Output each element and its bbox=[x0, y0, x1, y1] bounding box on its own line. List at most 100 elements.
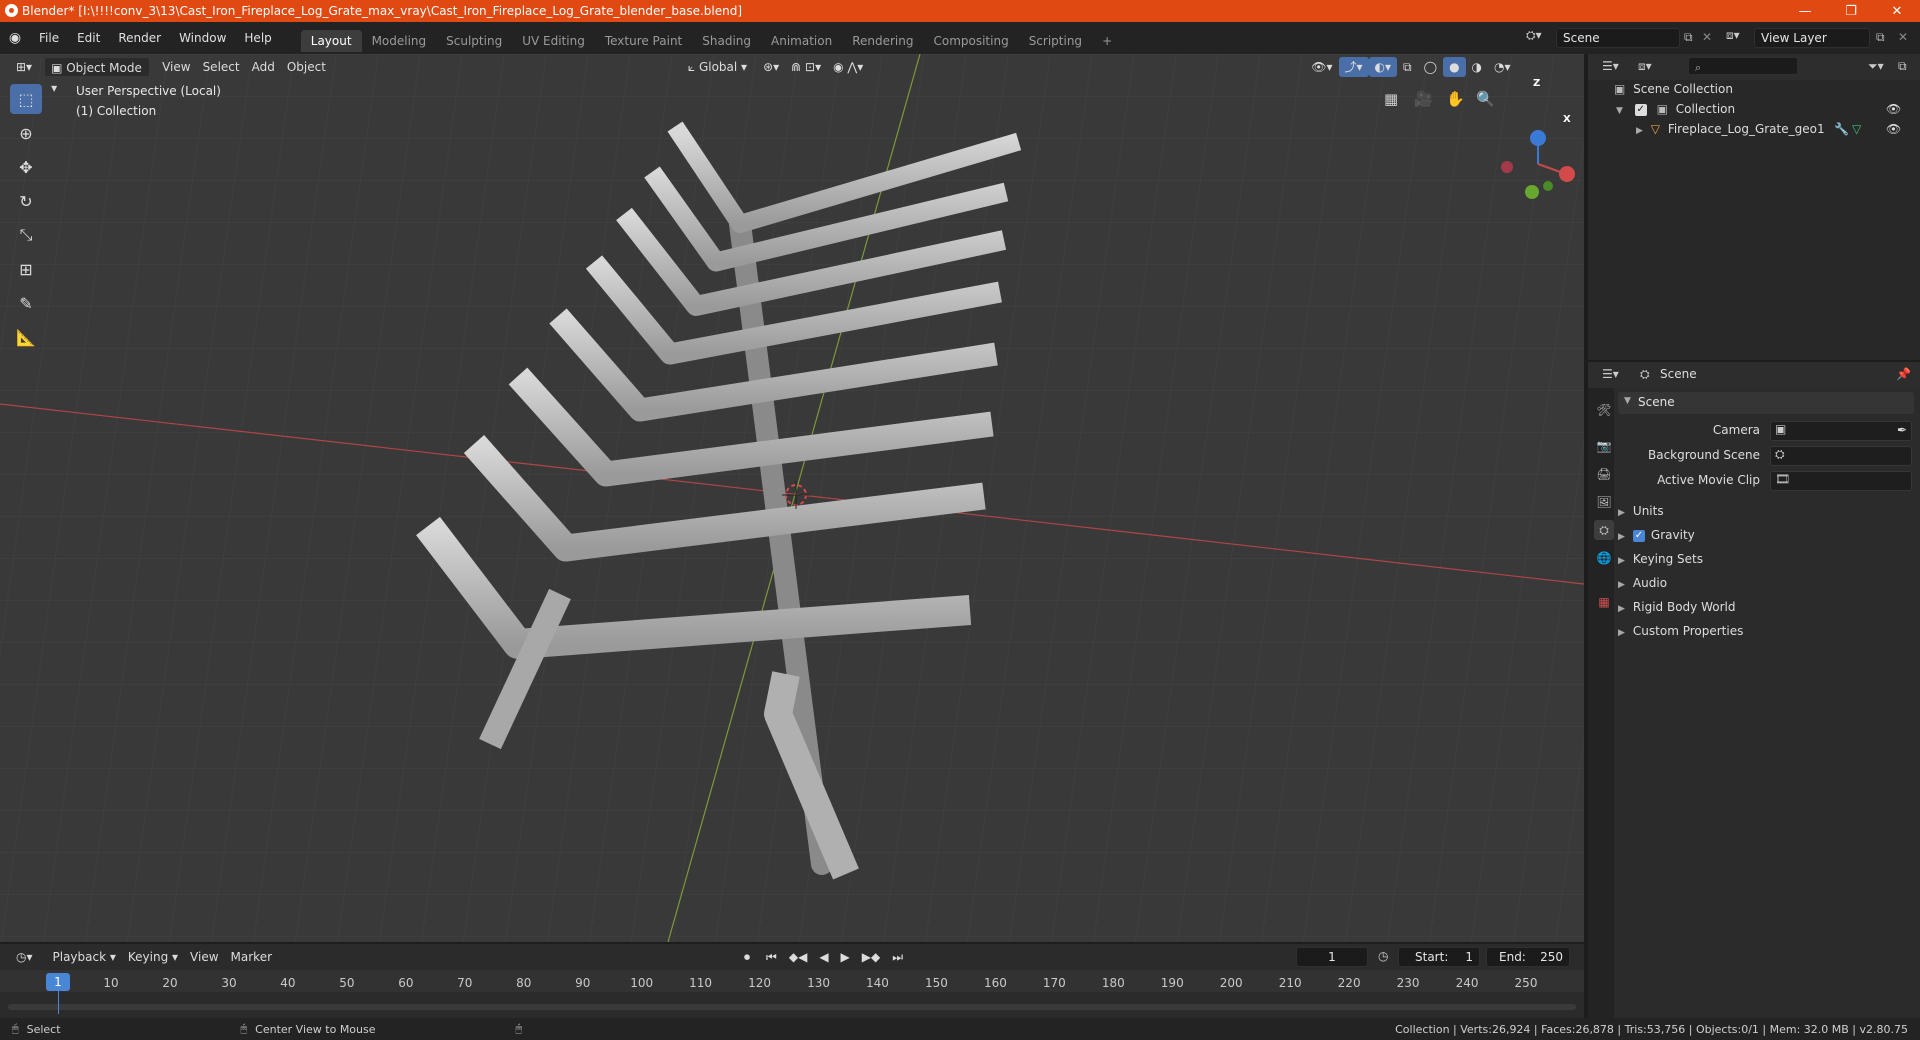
cursor-tool-icon[interactable]: ⊕ bbox=[10, 118, 42, 148]
timeline-editor-type-icon[interactable]: ◷▾ bbox=[10, 947, 39, 967]
background-scene-field[interactable]: ⛭ bbox=[1770, 446, 1912, 466]
remove-scene-icon[interactable]: ✕ bbox=[1702, 30, 1712, 44]
playhead-frame-indicator[interactable]: 1 bbox=[46, 973, 70, 991]
preview-range-clock-icon[interactable]: ◷ bbox=[1378, 949, 1388, 963]
mode-dropdown[interactable]: ▣ Object Mode ▾ bbox=[44, 57, 151, 95]
collection-visibility-eye-icon[interactable]: 👁 bbox=[1886, 102, 1901, 116]
view-layer-icon[interactable]: ⧈▾ bbox=[1726, 28, 1740, 43]
menu-render[interactable]: Render bbox=[109, 22, 170, 54]
end-frame-field[interactable]: End: 250 bbox=[1486, 947, 1570, 967]
blender-menu-icon[interactable]: ◉ bbox=[0, 30, 30, 46]
tab-uv-editing[interactable]: UV Editing bbox=[512, 30, 595, 52]
expand-collection-icon[interactable]: ▼ bbox=[1616, 106, 1623, 116]
tab-modeling[interactable]: Modeling bbox=[362, 30, 437, 52]
render-tab-icon[interactable]: 📷 bbox=[1594, 436, 1614, 456]
world-tab-icon[interactable]: 🌐 bbox=[1594, 548, 1614, 568]
wireframe-shading-icon[interactable]: ◯ bbox=[1418, 57, 1443, 77]
new-scene-icon[interactable]: ⧉ bbox=[1684, 30, 1693, 45]
add-workspace-button[interactable]: + bbox=[1092, 30, 1122, 52]
rendered-shading-icon[interactable]: ◔▾ bbox=[1488, 57, 1517, 77]
expand-object-icon[interactable]: ▶ bbox=[1636, 126, 1643, 136]
new-view-layer-icon[interactable]: ⧉ bbox=[1876, 30, 1885, 45]
menu-help[interactable]: Help bbox=[235, 22, 280, 54]
units-panel-header[interactable]: ▶ Units bbox=[1618, 504, 1664, 518]
tab-rendering[interactable]: Rendering bbox=[842, 30, 923, 52]
select-box-tool-icon[interactable]: ⬚ bbox=[10, 84, 42, 114]
modifier-wrench-icon[interactable]: 🔧 bbox=[1834, 122, 1849, 136]
xray-icon[interactable]: ⧉ bbox=[1397, 57, 1418, 77]
menu-select[interactable]: Select bbox=[197, 57, 246, 77]
collection-checkbox[interactable]: ✓ bbox=[1634, 103, 1647, 116]
audio-panel-header[interactable]: ▶ Audio bbox=[1618, 576, 1667, 590]
tab-sculpting[interactable]: Sculpting bbox=[436, 30, 512, 52]
gravity-checkbox[interactable]: ✓ bbox=[1632, 529, 1645, 542]
snap-icon[interactable]: ⋒ ⊡▾ bbox=[785, 57, 827, 77]
scene-collection-row[interactable]: ▣ Scene Collection bbox=[1614, 82, 1733, 96]
proportional-edit-icon[interactable]: ◉ ⋀▾ bbox=[827, 57, 869, 77]
visibility-icon[interactable]: 👁▾ bbox=[1305, 57, 1338, 77]
properties-editor-type-icon[interactable]: ☰▾ bbox=[1602, 367, 1619, 381]
transform-tool-icon[interactable]: ⊞ bbox=[10, 254, 42, 284]
tool-tab-icon[interactable]: 🛠 bbox=[1594, 400, 1614, 420]
gravity-panel-header[interactable]: ▶ ✓ Gravity bbox=[1618, 528, 1695, 542]
minimize-button[interactable]: — bbox=[1782, 0, 1828, 22]
object-visibility-eye-icon[interactable]: 👁 bbox=[1886, 122, 1901, 136]
overlay-toggle-icon[interactable]: ◐▾ bbox=[1368, 57, 1398, 77]
zoom-view-icon[interactable]: 🔍 bbox=[1476, 90, 1495, 108]
tab-shading[interactable]: Shading bbox=[692, 30, 761, 52]
output-tab-icon[interactable]: 🖨 bbox=[1594, 464, 1614, 484]
menu-playback[interactable]: Playback ▾ bbox=[47, 947, 122, 967]
pan-view-hand-icon[interactable]: ✋ bbox=[1446, 90, 1465, 108]
move-tool-icon[interactable]: ✥ bbox=[10, 152, 42, 182]
eyedropper-icon[interactable]: ✒ bbox=[1897, 423, 1907, 437]
jump-start-icon[interactable]: ⏮ bbox=[760, 947, 783, 967]
menu-marker[interactable]: Marker bbox=[225, 947, 278, 967]
pivot-icon[interactable]: ⊛▾ bbox=[757, 57, 785, 77]
custom-properties-panel-header[interactable]: ▶ Custom Properties bbox=[1618, 624, 1743, 638]
scale-tool-icon[interactable]: ⤡ bbox=[10, 220, 42, 250]
filter-icon[interactable]: ⏷▾ bbox=[1868, 59, 1884, 74]
jump-keyframe-back-icon[interactable]: ◆◀ bbox=[783, 947, 813, 967]
object-row[interactable]: ▶ ▽ Fireplace_Log_Grate_geo1 🔧 ▽ 👁 bbox=[1636, 122, 1916, 136]
3d-viewport[interactable]: Z X ⊞▾ ▣ Object Mode ▾ View Select Add O… bbox=[0, 54, 1584, 942]
camera-view-icon[interactable]: 🎥 bbox=[1414, 90, 1433, 108]
collection-row[interactable]: ▼ ✓ ▣ Collection 👁 bbox=[1616, 102, 1916, 116]
menu-keying[interactable]: Keying ▾ bbox=[122, 947, 184, 967]
gizmo-toggle-icon[interactable]: ⤴▾ bbox=[1338, 57, 1369, 77]
menu-window[interactable]: Window bbox=[170, 22, 235, 54]
viewport-canvas[interactable] bbox=[0, 54, 1584, 942]
maximize-button[interactable]: ❐ bbox=[1828, 0, 1874, 22]
orientation-dropdown[interactable]: ⟀ Global ▾ bbox=[682, 57, 753, 77]
scene-tab-icon[interactable]: ⛭ bbox=[1594, 520, 1614, 540]
mesh-data-icon[interactable]: ▽ bbox=[1852, 122, 1861, 136]
play-icon[interactable]: ▶ bbox=[835, 947, 856, 967]
tab-animation[interactable]: Animation bbox=[761, 30, 842, 52]
menu-view[interactable]: View bbox=[156, 57, 196, 77]
menu-edit[interactable]: Edit bbox=[68, 22, 109, 54]
camera-field[interactable]: ▣ ✒ bbox=[1770, 421, 1912, 441]
close-button[interactable]: ✕ bbox=[1874, 0, 1920, 22]
jump-keyframe-forward-icon[interactable]: ▶◆ bbox=[856, 947, 886, 967]
menu-add[interactable]: Add bbox=[246, 57, 281, 77]
menu-object[interactable]: Object bbox=[281, 57, 332, 77]
rigid-body-world-panel-header[interactable]: ▶ Rigid Body World bbox=[1618, 600, 1735, 614]
tab-texture-paint[interactable]: Texture Paint bbox=[595, 30, 692, 52]
new-collection-icon[interactable]: ⧉ bbox=[1898, 59, 1907, 74]
view-layer-tab-icon[interactable]: 🖼 bbox=[1594, 492, 1614, 512]
toggle-camera-view-grid-icon[interactable]: ▦ bbox=[1384, 90, 1398, 108]
play-reverse-icon[interactable]: ◀ bbox=[813, 947, 834, 967]
remove-view-layer-icon[interactable]: ✕ bbox=[1898, 30, 1908, 44]
editor-type-icon[interactable]: ⊞▾ bbox=[10, 57, 38, 77]
timeline-scrollbar[interactable] bbox=[8, 1004, 1576, 1010]
annotate-tool-icon[interactable]: ✎ bbox=[10, 288, 42, 318]
display-mode-icon[interactable]: ⧈▾ bbox=[1638, 59, 1652, 74]
keying-sets-panel-header[interactable]: ▶ Keying Sets bbox=[1618, 552, 1703, 566]
outliner-editor-type-icon[interactable]: ☰▾ bbox=[1602, 59, 1619, 73]
measure-tool-icon[interactable]: 📐 bbox=[10, 322, 42, 352]
outliner-search-input[interactable]: ⌕ bbox=[1688, 57, 1798, 75]
pin-icon[interactable]: 📌 bbox=[1896, 367, 1911, 381]
menu-file[interactable]: File bbox=[30, 22, 68, 54]
rotate-tool-icon[interactable]: ↻ bbox=[10, 186, 42, 216]
tab-scripting[interactable]: Scripting bbox=[1019, 30, 1092, 52]
scene-section-header[interactable]: ▼ Scene bbox=[1618, 392, 1914, 414]
